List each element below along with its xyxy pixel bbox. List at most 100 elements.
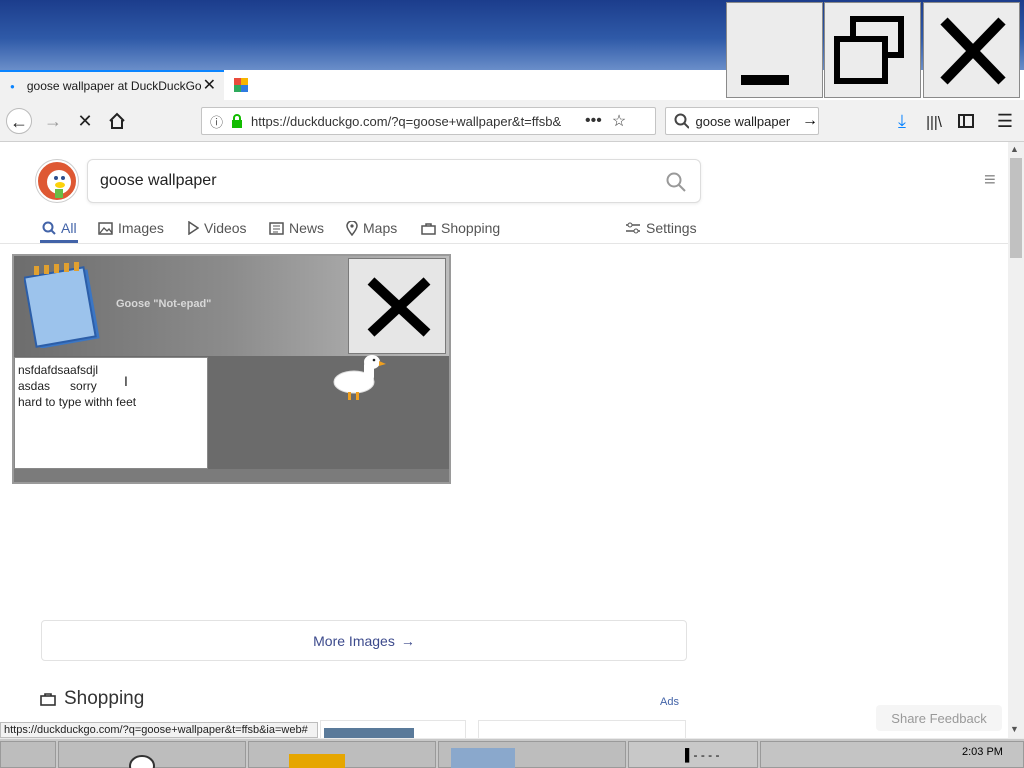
close-icon [367,277,431,337]
taskbar-app[interactable] [438,741,626,768]
more-images-label: More Images [313,632,395,649]
downloads-button[interactable]: ⤓ [889,108,915,134]
download-arrow-icon: ⤓ [898,111,906,131]
stop-button[interactable]: ✕ [72,108,98,134]
taskbar-clock[interactable]: 2:03 PM [962,746,1003,758]
search-icon [42,221,56,235]
library-icon: |||\ [926,114,942,131]
url-text: https://duckduckgo.com/?q=goose+wallpape… [251,113,562,129]
restoro-logo-icon [234,78,248,92]
app-icon: ▌- - - - [685,748,720,762]
ddg-search-input[interactable]: goose wallpaper [87,159,701,203]
tab-videos[interactable]: Videos [187,216,247,240]
query-text: goose wallpaper [100,172,217,189]
goose-icon[interactable] [330,352,388,404]
tab-all[interactable]: All [42,216,77,240]
tab-duckduckgo[interactable]: ● goose wallpaper at DuckDuckGo ✕ [0,70,224,100]
hamburger-icon: ☰ [996,111,1014,131]
tab-label: Maps [363,220,398,236]
bookmark-star-icon[interactable]: ☆ [612,111,626,131]
new-tab-button[interactable]: + [454,72,478,96]
back-button[interactable]: ← [6,108,32,134]
search-value: goose wallpaper [695,113,791,129]
shopping-card-image [324,728,414,738]
home-button[interactable] [104,108,130,134]
restore-icon [834,16,904,84]
tab-label: Videos [204,220,247,236]
shopping-card[interactable] [478,720,686,740]
sidebar-button[interactable] [953,108,979,134]
settings-label: Settings [646,220,697,236]
tab-close-icon[interactable]: ✕ [203,78,216,94]
ddg-menu-icon[interactable]: ≡ [984,170,1004,190]
play-icon [188,221,199,235]
window-close-button[interactable] [923,2,1020,98]
tab-title: Restoro - Speed up my PC [255,78,399,92]
forward-arrow-icon: → [44,111,62,131]
library-button[interactable]: |||\ [921,108,947,134]
duck-logo-icon [47,170,71,198]
tab-images[interactable]: Images [98,216,164,240]
restore-button[interactable] [824,2,921,98]
tab-shopping[interactable]: Shopping [421,216,500,240]
notepad-text-area[interactable]: nsfdafdsaafsdjl asdas sorry hard to type… [14,357,208,469]
tab-label: All [61,220,77,236]
more-images-button[interactable]: More Images → [41,620,687,661]
menu-button[interactable]: ☰ [992,108,1018,134]
news-icon [269,221,284,235]
tab-maps[interactable]: Maps [346,216,397,240]
nav-divider [0,243,1008,244]
arrow-right-icon: → [400,632,415,649]
duckduckgo-logo[interactable] [36,160,78,202]
notepad-line: asdas sorry [18,379,97,393]
taskbar-start[interactable] [0,741,56,768]
minimize-icon [741,75,789,85]
close-icon [940,17,1006,85]
sliders-icon [626,222,640,234]
home-icon [109,112,125,129]
browser-search-bar[interactable]: goose wallpaper → [665,107,819,135]
shopping-heading-text: Shopping [64,688,145,709]
image-icon [98,221,113,235]
scroll-thumb[interactable] [1010,158,1022,258]
bag-icon [40,693,56,706]
scroll-down-icon[interactable]: ▼ [1010,724,1019,734]
loading-dot-icon: ● [10,81,15,91]
tab-label: Shopping [441,220,501,236]
bag-icon [421,222,436,235]
scroll-up-icon[interactable]: ▲ [1010,144,1019,154]
info-icon[interactable]: ⓘ [210,112,223,131]
notepad-line: nsfdafdsaafsdjl [18,363,99,377]
tab-label: Images [118,220,164,236]
tab-label: News [289,220,325,236]
taskbar-app[interactable]: ▌- - - - [628,741,758,768]
forward-button[interactable]: → [40,108,66,134]
notepad-line: hard to type withh feet [18,395,137,409]
status-url: https://duckduckgo.com/?q=goose+wallpape… [0,722,318,738]
share-feedback-button[interactable]: Share Feedback [876,705,1002,731]
taskbar-app[interactable] [248,741,436,768]
ads-label[interactable]: Ads [660,696,679,708]
back-arrow-icon: ← [10,112,28,132]
notepad-footer [14,469,449,482]
notepad-close-button[interactable] [348,258,446,354]
search-icon[interactable] [666,172,686,192]
notepad-app-icon [451,748,515,768]
tab-restoro[interactable]: Restoro - Speed up my PC ✕ [226,70,448,100]
shopping-heading: Shopping [40,688,144,710]
tab-close-icon[interactable]: ✕ [427,76,440,92]
url-bar[interactable]: ⓘ https://duckduckgo.com/?q=goose+wallpa… [201,107,656,135]
settings-link[interactable]: Settings [625,216,697,240]
lock-icon [232,114,243,128]
sidebar-icon [958,114,974,128]
tab-title: goose wallpaper at DuckDuckGo [26,79,202,93]
search-icon [674,113,690,129]
minimize-button[interactable] [726,2,823,98]
tab-news[interactable]: News [269,216,324,240]
pin-icon [346,220,358,236]
page-actions-icon[interactable]: ••• [585,112,602,130]
search-go-arrow-icon[interactable]: → [802,112,818,130]
taskbar-app[interactable] [58,741,246,768]
folder-icon [289,754,345,768]
goose-app-icon [129,755,155,768]
